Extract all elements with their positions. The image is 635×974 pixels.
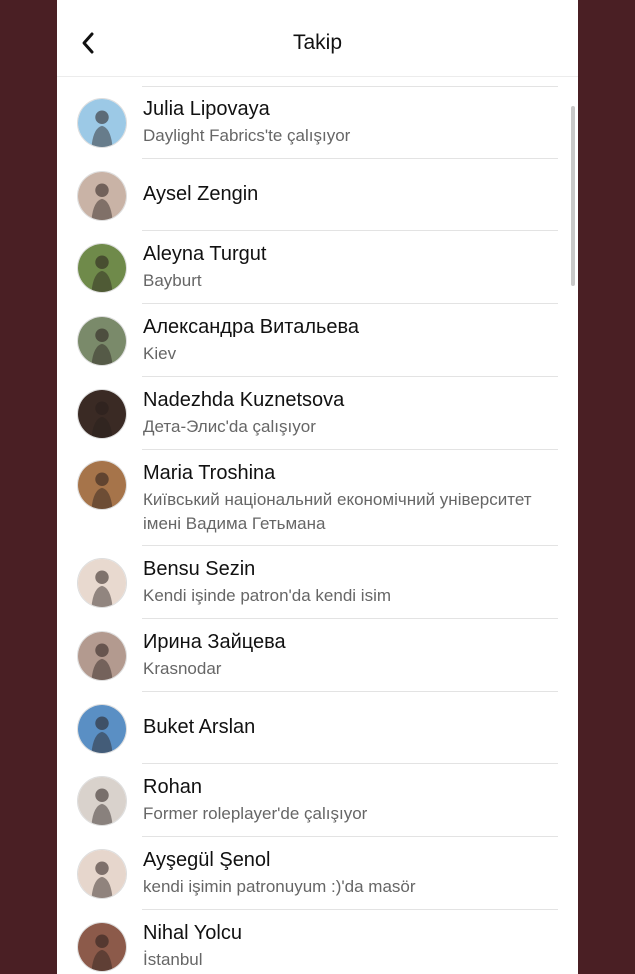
photo-figure-head	[95, 570, 109, 584]
person-name: Bensu Sezin	[143, 558, 256, 580]
photo-figure-head	[95, 861, 109, 875]
profile-photo	[78, 171, 126, 220]
person-subtitle: Дета-Элис'da çalışıyor	[143, 417, 316, 436]
person-subtitle: Bayburt	[143, 271, 202, 290]
app-screen: Takip Julia Lipovaya Daylight Fabrics'te …	[57, 0, 578, 974]
person-subtitle: Former roleplayer'de çalışıyor	[143, 804, 368, 823]
profile-photo	[78, 559, 126, 607]
avatar[interactable]	[77, 849, 127, 899]
list-item[interactable]: Maria Troshina Київський національний еко…	[57, 451, 578, 546]
divider	[142, 449, 558, 450]
profile-photo	[78, 244, 126, 292]
avatar[interactable]	[77, 922, 127, 972]
photo-figure-head	[95, 328, 109, 342]
avatar[interactable]	[77, 703, 127, 754]
divider	[142, 376, 558, 377]
divider	[142, 618, 558, 619]
divider	[142, 691, 558, 692]
list-item[interactable]: Nadezhda Kuznetsova Дета-Элис'da çalışıyo…	[57, 378, 578, 450]
person-name: Александра Витальева	[143, 316, 360, 338]
list-item[interactable]: Julia Lipovaya Daylight Fabrics'te çalışı…	[57, 87, 578, 159]
photo-figure-head	[95, 472, 109, 486]
person-name: Ayşegül Şenol	[143, 849, 271, 871]
profile-photo	[78, 850, 126, 898]
person-name: Nadezhda Kuznetsova	[143, 389, 345, 411]
scrollbar[interactable]	[571, 106, 575, 286]
person-subtitle: Kiev	[143, 344, 177, 363]
list-item[interactable]: Bensu Sezin Kendi işinde patron'da kendi …	[57, 547, 578, 619]
photo-figure-head	[95, 716, 109, 730]
avatar[interactable]	[77, 558, 127, 608]
photo-figure-head	[95, 934, 109, 948]
photo-figure-head	[95, 255, 109, 269]
person-name: Aysel Zengin	[143, 183, 259, 205]
avatar[interactable]	[77, 389, 127, 439]
person-name: Julia Lipovaya	[143, 98, 270, 120]
person-name: Maria Troshina	[143, 462, 276, 484]
avatar[interactable]	[77, 243, 127, 293]
divider	[142, 836, 558, 837]
list-item[interactable]: Ayşegül Şenol kendi işimin patronuyum :)'…	[57, 838, 578, 910]
list-item[interactable]: Aleyna Turgut Bayburt	[57, 232, 578, 304]
profile-photo	[78, 390, 126, 438]
list-item[interactable]: Nihal Yolcu İstanbul	[57, 911, 578, 974]
person-subtitle: Daylight Fabrics'te çalışıyor	[143, 126, 351, 145]
photo-figure-head	[95, 643, 109, 657]
list-item[interactable]: Aysel Zengin	[57, 160, 578, 231]
person-name: Nihal Yolcu	[143, 922, 242, 944]
list-item[interactable]: Ирина Зайцева Krasnodar	[57, 620, 578, 692]
avatar[interactable]	[77, 460, 127, 510]
profile-photo	[78, 99, 126, 147]
page-title: Takip	[292, 31, 343, 54]
list-item[interactable]: Александра Витальева Kiev	[57, 305, 578, 377]
profile-photo	[78, 777, 126, 825]
person-name: Rohan	[143, 776, 202, 798]
avatar[interactable]	[77, 98, 127, 148]
avatar[interactable]	[77, 170, 127, 221]
avatar[interactable]	[77, 316, 127, 366]
profile-photo	[78, 923, 126, 971]
profile-photo	[78, 704, 126, 753]
person-subtitle: kendi işimin patronuyum :)'da masör	[143, 877, 416, 896]
profile-photo	[78, 632, 126, 680]
divider	[142, 158, 558, 159]
divider	[142, 230, 558, 231]
divider	[142, 763, 558, 764]
person-subtitle: Kendi işinde patron'da kendi isim	[143, 586, 392, 605]
person-name: Ирина Зайцева	[143, 631, 286, 653]
profile-photo	[78, 317, 126, 365]
list-item[interactable]: Buket Arslan	[57, 693, 578, 764]
photo-figure-head	[95, 183, 109, 197]
list-item[interactable]: Rohan Former roleplayer'de çalışıyor	[57, 765, 578, 837]
top-bar: Takip	[57, 0, 578, 77]
person-name: Aleyna Turgut	[143, 243, 267, 265]
person-subtitle: Київський національний економічний уніве…	[143, 490, 532, 533]
photo-figure-head	[95, 788, 109, 802]
divider	[142, 303, 558, 304]
profile-photo	[78, 461, 126, 509]
person-name: Buket Arslan	[143, 716, 256, 738]
avatar[interactable]	[77, 776, 127, 826]
divider	[142, 909, 558, 910]
person-subtitle: İstanbul	[143, 950, 203, 969]
photo-figure-head	[95, 401, 109, 415]
photo-figure-head	[95, 110, 109, 124]
divider	[142, 545, 558, 546]
avatar[interactable]	[77, 631, 127, 681]
person-subtitle: Krasnodar	[143, 659, 222, 678]
